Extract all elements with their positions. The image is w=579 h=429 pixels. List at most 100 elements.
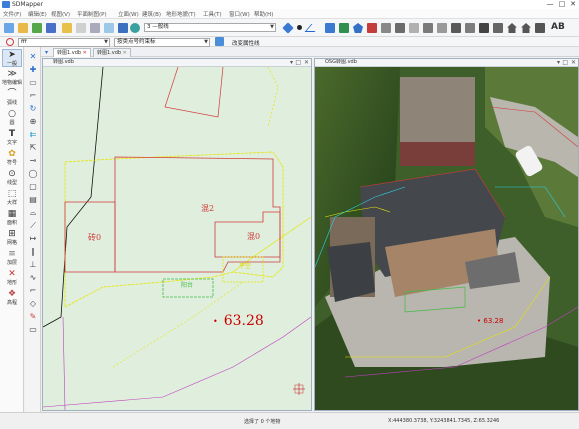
hatch-icon[interactable]: ▤ [28, 195, 38, 205]
linetype-icon: ⊙ [8, 169, 16, 179]
measure-icon[interactable] [465, 23, 475, 33]
plugin-icon[interactable] [62, 23, 72, 33]
tool-symbol[interactable]: ✿ 符号 [2, 149, 22, 167]
menu-edit[interactable]: 编辑(E) [28, 10, 47, 18]
trim-icon[interactable]: ⟋ [28, 221, 38, 231]
tool-dashed[interactable]: ⬚ 大样 [2, 189, 22, 207]
tool-text[interactable]: T 文字 [2, 129, 22, 147]
point-icon[interactable] [297, 25, 302, 30]
tab-dropdown-icon[interactable]: ▾ [45, 49, 48, 56]
close-shape-icon[interactable]: ◯ [28, 169, 38, 179]
minimize-button[interactable]: — [544, 0, 556, 9]
scale-icon[interactable]: ⇱ [28, 143, 38, 153]
pane-close-icon[interactable]: ✕ [304, 59, 309, 66]
view3d-icon[interactable] [130, 23, 140, 33]
tab-close-icon[interactable]: ✕ [83, 50, 87, 56]
menu-help[interactable]: 帮助(H) [254, 10, 273, 18]
feature-code-select[interactable]: fff ▼ [18, 38, 110, 47]
rotate-icon[interactable]: ↻ [28, 104, 38, 114]
shape-edit-icon[interactable] [367, 23, 377, 33]
layer-select[interactable]: 3 —般线 ▼ [144, 23, 276, 32]
rectangle-icon[interactable]: ▢ [28, 182, 38, 192]
fillet-icon[interactable]: ⌓ [28, 208, 38, 218]
attribute-icon[interactable] [215, 37, 224, 46]
pane-maximize-icon[interactable]: □ [295, 59, 301, 66]
diamond-icon[interactable] [282, 22, 294, 34]
osg-3d-pane[interactable]: OSG转图.vdb ▾ □ ✕ • 63.28 [314, 58, 579, 411]
snap-constraint-select[interactable]: 按类点号约束标 ▼ [114, 38, 210, 47]
snap-icon[interactable]: ◇ [28, 299, 38, 309]
rotate-icon[interactable] [451, 23, 461, 33]
pane-menu-icon[interactable]: ▾ [290, 59, 293, 66]
break-icon[interactable]: ⊸ [28, 156, 38, 166]
vector-map-pane[interactable]: 转图.vdb ▾ □ ✕ 混2 砖0 混0 平空 阳台 • 63.28 [42, 58, 312, 411]
perpendicular-icon[interactable]: ⊥ [28, 260, 38, 270]
line-icon[interactable] [304, 24, 322, 32]
split-icon[interactable] [381, 23, 391, 33]
house2-icon[interactable] [521, 23, 531, 33]
move-icon[interactable]: ✚ [28, 65, 38, 75]
offset-icon[interactable]: ⇇ [28, 130, 38, 140]
menu-tools[interactable]: 工具(T) [203, 10, 222, 18]
polygon-icon[interactable] [353, 23, 363, 33]
zoom-icon[interactable] [104, 23, 114, 33]
tab-doc-2-label: 转图1.vdb [97, 50, 122, 56]
menu-file[interactable]: 文件(F) [3, 10, 21, 18]
ab-text-icon[interactable]: AB [551, 22, 565, 32]
save-icon[interactable] [46, 23, 56, 33]
polyline-icon[interactable] [325, 23, 335, 33]
menu-window[interactable]: 窗口(W) [229, 10, 250, 18]
merge-icon[interactable] [395, 23, 405, 33]
tool-arc[interactable]: ⌒ 弧线 [2, 89, 22, 107]
tool-linetype[interactable]: ⊙ 线型 [2, 169, 22, 187]
extend-icon[interactable] [423, 23, 433, 33]
offset-icon[interactable] [437, 23, 447, 33]
tab-doc-1[interactable]: 转图1.vdb ✕ [53, 48, 91, 57]
brush-icon[interactable]: ✎ [28, 312, 38, 322]
target-icon[interactable] [6, 38, 14, 46]
tool-grid[interactable]: ⊞ 网格 [2, 229, 22, 247]
tool-elevation[interactable]: ❖ 高程 [2, 289, 22, 307]
globe-icon[interactable] [118, 23, 128, 33]
grid-view-icon[interactable] [76, 23, 86, 33]
menu-building[interactable]: 建筑(B) [142, 10, 161, 18]
menu-view[interactable]: 视图(V) [51, 10, 70, 18]
select-arrow-icon[interactable] [90, 23, 100, 33]
new-file-icon[interactable] [4, 23, 14, 33]
curve-fit-icon[interactable]: ∿ [28, 273, 38, 283]
menu-elevation[interactable]: 立面(W) [118, 10, 139, 18]
pane-close-icon[interactable]: ✕ [571, 59, 576, 66]
curve-icon[interactable] [339, 23, 349, 33]
tab-close-icon[interactable]: ✕ [123, 50, 127, 56]
tool-layer[interactable]: ≡ 加层 [2, 249, 22, 267]
delete-icon[interactable]: ✕ [28, 52, 38, 62]
pane-maximize-icon[interactable]: □ [562, 59, 568, 66]
tool-circle[interactable]: ○ 圆 [2, 109, 22, 127]
copy-icon[interactable] [493, 23, 503, 33]
parallel-icon[interactable]: ∥ [28, 247, 38, 257]
open-recent-icon[interactable] [32, 23, 42, 33]
trim-icon[interactable] [409, 23, 419, 33]
building-icon[interactable] [535, 23, 545, 33]
symbol-icon: ✿ [8, 149, 16, 159]
text-icon: T [8, 129, 16, 139]
menu-plan[interactable]: 平面制图(P) [77, 10, 107, 18]
join-icon[interactable]: ⌐ [28, 91, 38, 101]
open-folder-icon[interactable] [18, 23, 28, 33]
tool-general[interactable]: ➤ 一般 [2, 49, 22, 67]
house-icon[interactable] [507, 23, 517, 33]
extend-icon[interactable]: ↦ [28, 234, 38, 244]
node-icon[interactable]: ⊕ [28, 117, 38, 127]
tool-area[interactable]: ▦ 面积 [2, 209, 22, 227]
tab-doc-2[interactable]: 转图1.vdb ✕ [93, 48, 131, 57]
tool-feature-edit[interactable]: ≫ 地物编辑 [2, 69, 22, 87]
pane-menu-icon[interactable]: ▾ [557, 59, 560, 66]
menu-terrain[interactable]: 地形地貌(T) [166, 10, 196, 18]
mirror-icon[interactable] [479, 23, 489, 33]
chamfer-icon[interactable]: ⌐ [28, 286, 38, 296]
tool-terrain[interactable]: ✕ 地形 [2, 269, 22, 287]
close-button[interactable]: ✕ [567, 0, 579, 9]
eraser-icon[interactable]: ▭ [28, 325, 38, 335]
copy-icon[interactable]: ▭ [28, 78, 38, 88]
change-attribute-button[interactable]: 改变属性线 [232, 39, 260, 47]
